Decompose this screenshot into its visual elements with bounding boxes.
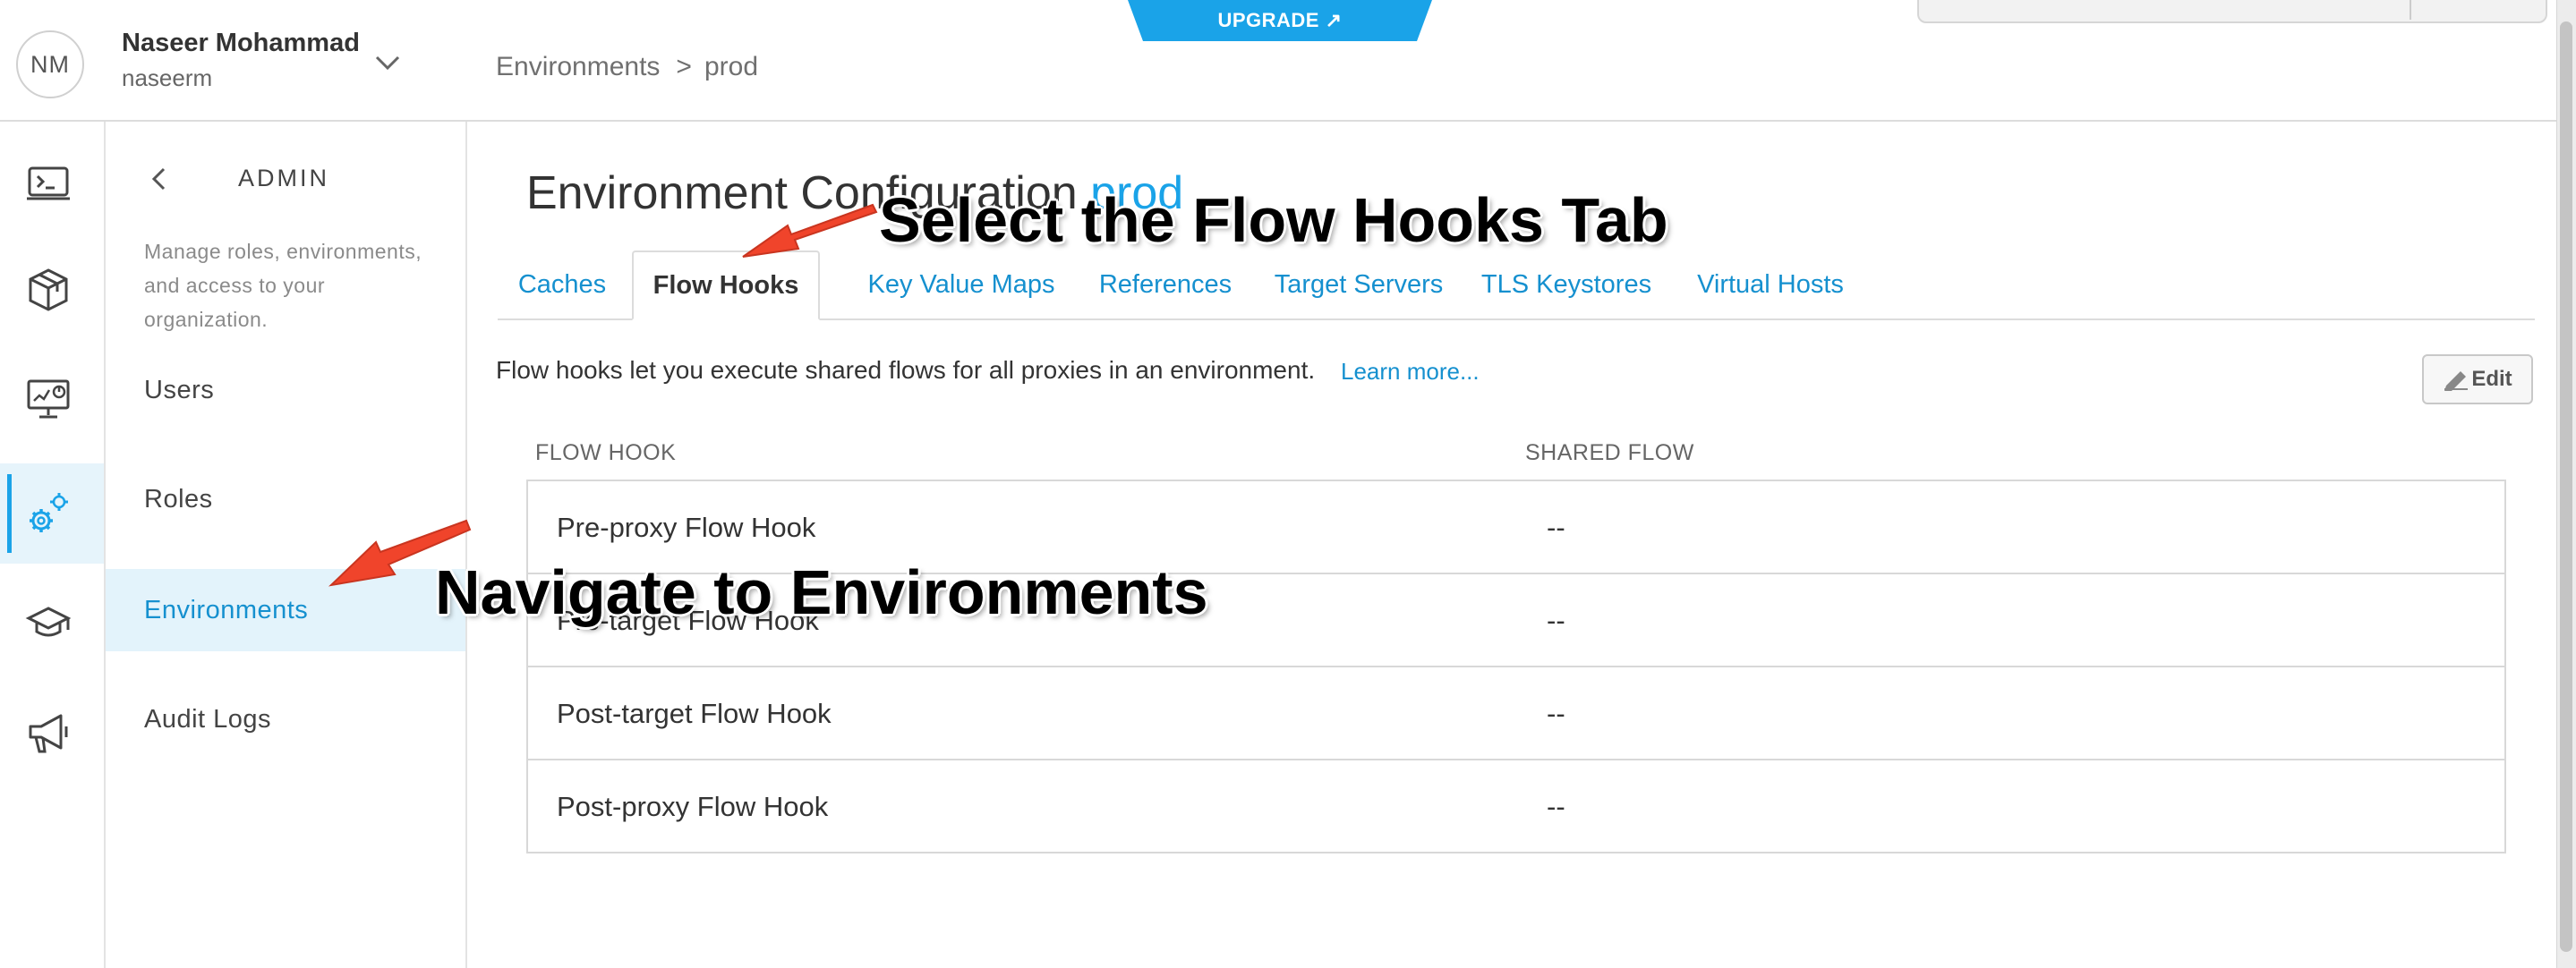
tab-references[interactable]: References [1074, 250, 1257, 318]
graduation-cap-icon[interactable] [23, 598, 73, 648]
config-tabs: Caches Flow Hooks Key Value Maps Referen… [498, 250, 2535, 320]
breadcrumb: Environments > prod [496, 52, 758, 82]
analytics-monitor-icon[interactable] [23, 374, 73, 424]
learn-more-link[interactable]: Learn more... [1341, 358, 1480, 386]
back-chevron-icon[interactable] [149, 166, 170, 191]
flow-hook-name: Post-proxy Flow Hook [557, 791, 829, 822]
admin-gears-icon[interactable] [23, 488, 73, 539]
megaphone-icon[interactable] [23, 709, 73, 759]
flow-hook-name: Pre-proxy Flow Hook [557, 512, 816, 543]
edit-button[interactable]: Edit [2422, 354, 2533, 404]
tab-caches[interactable]: Caches [498, 250, 627, 318]
scrollbar-thumb[interactable] [2560, 21, 2572, 952]
rail-active-indicator [7, 474, 12, 553]
annotation-select-flow-hooks-tab: Select the Flow Hooks Tab [879, 185, 1668, 255]
user-avatar[interactable]: NM [16, 30, 84, 98]
edit-button-label: Edit [2471, 367, 2512, 391]
shared-flow-value: -- [1547, 791, 1565, 822]
nav-item-audit-logs[interactable]: Audit Logs [106, 678, 465, 760]
tab-virtual-hosts[interactable]: Virtual Hosts [1668, 250, 1872, 318]
annotation-navigate-to-environments: Navigate to Environments [435, 557, 1208, 627]
column-header-shared-flow: SHARED FLOW [1525, 440, 1694, 465]
flow-hooks-description: Flow hooks let you execute shared flows … [496, 356, 1316, 384]
nav-item-users[interactable]: Users [106, 349, 465, 431]
chevron-down-icon[interactable] [374, 54, 401, 72]
tab-target-servers[interactable]: Target Servers [1246, 250, 1471, 318]
shared-flow-value: -- [1547, 512, 1565, 543]
tab-tls-keystores[interactable]: TLS Keystores [1459, 250, 1674, 318]
package-icon[interactable] [23, 265, 73, 315]
tab-key-value-maps[interactable]: Key Value Maps [836, 250, 1087, 318]
pencil-icon [2444, 371, 2469, 391]
tab-flow-hooks[interactable]: Flow Hooks [632, 250, 820, 320]
top-popup-edge [1917, 0, 2547, 23]
terminal-icon[interactable] [23, 157, 73, 208]
column-header-flow-hook: FLOW HOOK [535, 440, 677, 465]
breadcrumb-separator: > [676, 52, 692, 81]
nav-item-environments[interactable]: Environments [106, 569, 465, 651]
admin-title: ADMIN [238, 165, 329, 191]
upgrade-button[interactable]: UPGRADE ↗ [1128, 0, 1432, 41]
flow-hook-name: Post-target Flow Hook [557, 698, 832, 729]
flow-hooks-table: Pre-proxy Flow Hook -- Pre-target Flow H… [526, 480, 2506, 853]
table-row[interactable]: Post-target Flow Hook -- [528, 667, 2504, 760]
user-name[interactable]: Naseer Mohammad [122, 29, 360, 58]
breadcrumb-current: prod [704, 52, 758, 81]
table-row[interactable]: Post-proxy Flow Hook -- [528, 760, 2504, 853]
admin-description: Manage roles, environments, and access t… [144, 240, 422, 331]
shared-flow-value: -- [1547, 698, 1565, 729]
nav-item-roles[interactable]: Roles [106, 458, 465, 540]
user-username: naseerm [122, 64, 213, 91]
shared-flow-value: -- [1547, 605, 1565, 636]
breadcrumb-environments-link[interactable]: Environments [496, 52, 660, 81]
